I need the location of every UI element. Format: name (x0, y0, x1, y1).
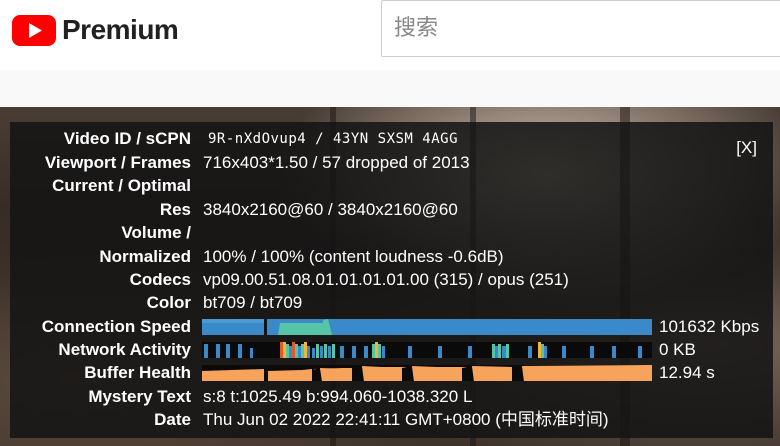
res-value: 3840x2160@60 / 3840x2160@60 (203, 200, 458, 219)
stat-row-color: Color bt709 / bt709 (10, 292, 773, 314)
stat-label: Volume / (121, 223, 191, 242)
stats-for-nerds-panel: [X] Video ID / sCPN 9R-nXdOvup4 / 43YN S… (10, 122, 773, 438)
stat-row-mystery-text: Mystery Text s:8 t:1025.49 b:994.060-103… (10, 386, 773, 408)
stat-label: Connection Speed (41, 317, 191, 336)
stat-row-res: Res 3840x2160@60 / 3840x2160@60 (10, 199, 773, 221)
buffer-health-graph (202, 365, 652, 381)
stat-label: Res (159, 200, 191, 219)
stat-row-network-activity: Network Activity 0 KB (10, 339, 773, 361)
stat-row-current-optimal: Current / Optimal (10, 175, 773, 197)
stat-row-normalized: Normalized 100% / 100% (content loudness… (10, 246, 773, 268)
stat-row-viewport: Viewport / Frames 716x403*1.50 / 57 drop… (10, 152, 773, 174)
date-value: Thu Jun 02 2022 22:41:11 GMT+0800 (中国标准时… (203, 410, 609, 429)
brand-text: Premium (62, 14, 179, 45)
search-input[interactable] (392, 15, 776, 42)
stat-label: Buffer Health (84, 363, 191, 382)
stat-label: Codecs (129, 270, 191, 289)
top-bar: Premium (0, 0, 780, 70)
viewport-value: 716x403*1.50 / 57 dropped of 2013 (203, 153, 470, 172)
youtube-premium-logo[interactable]: Premium (12, 14, 179, 46)
stat-row-date: Date Thu Jun 02 2022 22:41:11 GMT+0800 (… (10, 409, 773, 431)
stat-label: Viewport / Frames (44, 153, 191, 172)
stat-label: Current / Optimal (52, 176, 191, 195)
connection-speed-graph (202, 319, 652, 335)
stat-row-connection-speed: Connection Speed 101632 Kbps (10, 316, 773, 338)
page-spacer (0, 70, 780, 108)
video-id-value: 9R-nXdOvup4 / 43YN SXSM 4AGG (208, 131, 459, 147)
stat-label: Normalized (99, 247, 191, 266)
stat-label: Date (154, 410, 191, 429)
buffer-health-value: 12.94 s (659, 363, 715, 382)
connection-speed-value: 101632 Kbps (659, 317, 760, 336)
search-box[interactable] (381, 0, 780, 57)
codecs-value: vp09.00.51.08.01.01.01.01.00 (315) / opu… (203, 270, 569, 289)
stat-row-volume: Volume / (10, 222, 773, 244)
stat-label: Video ID / sCPN (63, 129, 191, 148)
stat-label: Color (146, 293, 191, 312)
network-activity-graph (202, 342, 652, 358)
stat-row-buffer-health: Buffer Health 12.94 s (10, 362, 773, 384)
youtube-play-icon (12, 14, 56, 46)
stat-label: Mystery Text (88, 387, 191, 406)
stat-row-codecs: Codecs vp09.00.51.08.01.01.01.01.00 (315… (10, 269, 773, 291)
color-value: bt709 / bt709 (203, 293, 303, 312)
mystery-text-value: s:8 t:1025.49 b:994.060-1038.320 L (203, 387, 473, 406)
stat-label: Network Activity (58, 340, 191, 359)
network-activity-value: 0 KB (659, 340, 696, 359)
volume-value: 100% / 100% (content loudness -0.6dB) (203, 247, 504, 266)
stat-row-video-id: Video ID / sCPN 9R-nXdOvup4 / 43YN SXSM … (10, 128, 773, 150)
